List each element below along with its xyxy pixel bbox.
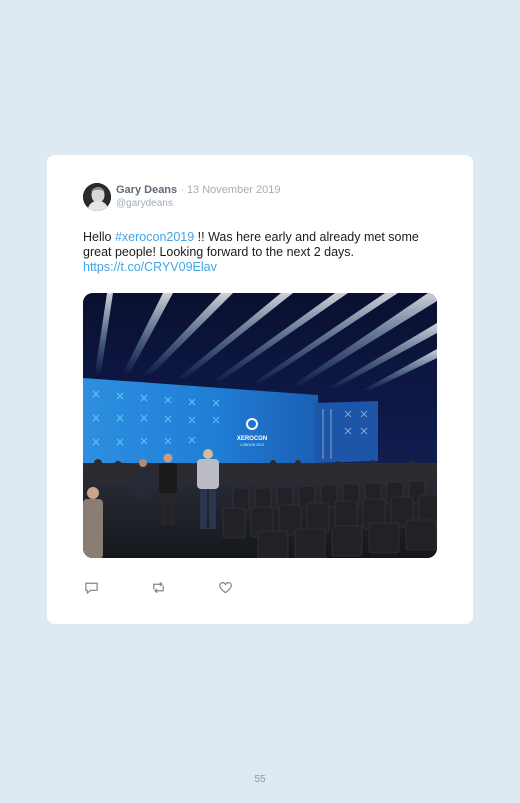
- reply-button[interactable]: [83, 579, 99, 595]
- avatar-image: [83, 183, 111, 211]
- reply-icon: [84, 582, 98, 594]
- author-name[interactable]: Gary Deans: [116, 184, 177, 196]
- tweet-card: Gary Deans · 13 November 2019 @garydeans…: [47, 155, 473, 624]
- like-icon: [218, 581, 232, 593]
- retweet-icon: [152, 581, 164, 593]
- tweet-url-link[interactable]: https://t.co/CRYV09Elav: [83, 260, 217, 274]
- author-line: Gary Deans · 13 November 2019: [116, 184, 281, 196]
- author-handle[interactable]: @garydeans: [116, 198, 173, 209]
- tweet-date[interactable]: 13 November 2019: [187, 184, 281, 196]
- like-button[interactable]: [217, 579, 233, 595]
- hashtag-link[interactable]: #xerocon2019: [115, 230, 194, 244]
- author-avatar[interactable]: [83, 183, 111, 211]
- tweet-text: Hello #xerocon2019 !! Was here early and…: [83, 230, 423, 275]
- photo-logo-subtext: LONDON 2019: [240, 443, 264, 447]
- tweet-photo[interactable]: XEROCON LONDON 2019: [83, 293, 437, 558]
- page-number: 55: [254, 774, 266, 785]
- tweet-text-start: Hello: [83, 230, 115, 244]
- retweet-button[interactable]: [150, 579, 166, 595]
- tweet-actions: [83, 579, 233, 595]
- conference-hall-image: XEROCON LONDON 2019: [83, 293, 437, 558]
- meta-separator: ·: [177, 184, 187, 196]
- photo-logo-text: XEROCON: [237, 436, 267, 442]
